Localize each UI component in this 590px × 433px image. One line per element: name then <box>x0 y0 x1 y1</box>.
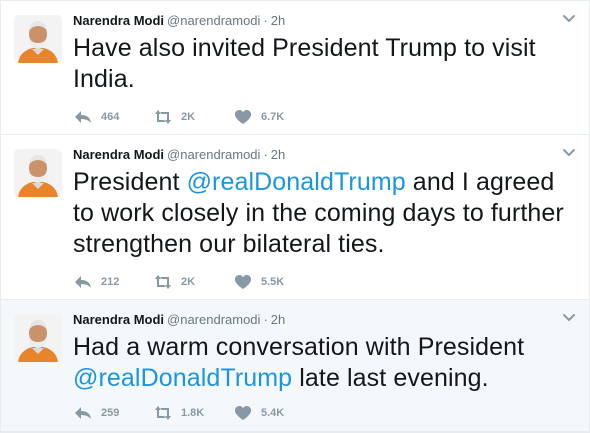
separator: · <box>263 147 268 162</box>
timestamp[interactable]: 2h <box>271 147 285 162</box>
tweet-actions: 464 2K 6.7K <box>73 107 313 127</box>
retweet-button[interactable]: 1.8K <box>153 403 233 423</box>
reply-icon <box>73 109 93 125</box>
tweet-actions: 259 1.8K 5.4K <box>73 403 313 423</box>
separator: · <box>263 312 268 327</box>
heart-icon <box>233 405 253 421</box>
heart-icon <box>233 109 253 125</box>
retweet-count: 2K <box>181 111 196 123</box>
reply-count: 259 <box>101 407 120 419</box>
tweet-actions: 212 2K 5.5K <box>73 272 313 292</box>
separator: · <box>263 13 268 28</box>
author-handle[interactable]: @narendramodi <box>167 147 260 162</box>
retweet-count: 2K <box>181 276 196 288</box>
avatar[interactable] <box>14 314 62 362</box>
reply-button[interactable]: 212 <box>73 272 153 292</box>
reply-button[interactable]: 259 <box>73 403 153 423</box>
retweet-button[interactable]: 2K <box>153 272 233 292</box>
timestamp[interactable]: 2h <box>271 13 285 28</box>
avatar[interactable] <box>14 15 62 63</box>
reply-count: 464 <box>101 111 120 123</box>
chevron-down-icon[interactable] <box>561 147 577 159</box>
like-button[interactable]: 5.4K <box>233 403 313 423</box>
author-name[interactable]: Narendra Modi <box>73 312 164 327</box>
tweet-header: Narendra Modi @narendramodi · 2h <box>73 146 285 164</box>
heart-icon <box>233 274 253 290</box>
retweet-icon <box>153 274 173 290</box>
like-count: 5.4K <box>261 407 285 419</box>
reply-count: 212 <box>101 276 120 288</box>
author-handle[interactable]: @narendramodi <box>167 13 260 28</box>
chevron-down-icon[interactable] <box>561 312 577 324</box>
like-button[interactable]: 5.5K <box>233 272 313 292</box>
tweet-text: Have also invited President Trump to vis… <box>73 33 573 95</box>
like-count: 5.5K <box>261 276 285 288</box>
retweet-icon <box>153 109 173 125</box>
tweet[interactable]: Narendra Modi @narendramodi · 2h Have also … <box>1 1 589 135</box>
tweet-header: Narendra Modi @narendramodi · 2h <box>73 311 285 329</box>
tweet[interactable]: Narendra Modi @narendramodi · 2h Had a warm… <box>1 300 589 432</box>
author-name[interactable]: Narendra Modi <box>73 147 164 162</box>
tweet-text: President @realDonaldTrump and I agreed … <box>73 167 573 260</box>
retweet-button[interactable]: 2K <box>153 107 233 127</box>
timestamp[interactable]: 2h <box>271 312 285 327</box>
tweet-text-segment: Had a warm conversation with President <box>73 333 525 361</box>
tweet-text-segment: President <box>73 168 187 196</box>
retweet-count: 1.8K <box>181 407 205 419</box>
like-button[interactable]: 6.7K <box>233 107 313 127</box>
reply-icon <box>73 405 93 421</box>
mention-link[interactable]: @realDonaldTrump <box>187 168 406 196</box>
tweet-text: Had a warm conversation with President @… <box>73 332 573 394</box>
retweet-icon <box>153 405 173 421</box>
tweet-text-segment: Have also invited President Trump to vis… <box>73 34 536 93</box>
author-name[interactable]: Narendra Modi <box>73 13 164 28</box>
like-count: 6.7K <box>261 111 285 123</box>
tweet-header: Narendra Modi @narendramodi · 2h <box>73 12 285 30</box>
reply-icon <box>73 274 93 290</box>
tweet[interactable]: Narendra Modi @narendramodi · 2h President … <box>1 135 589 300</box>
mention-link[interactable]: @realDonaldTrump <box>73 364 292 392</box>
tweet-timeline: Narendra Modi @narendramodi · 2h Have also … <box>0 0 590 433</box>
avatar[interactable] <box>14 149 62 197</box>
reply-button[interactable]: 464 <box>73 107 153 127</box>
tweet-text-segment: late last evening. <box>292 364 489 392</box>
chevron-down-icon[interactable] <box>561 13 577 25</box>
author-handle[interactable]: @narendramodi <box>167 312 260 327</box>
